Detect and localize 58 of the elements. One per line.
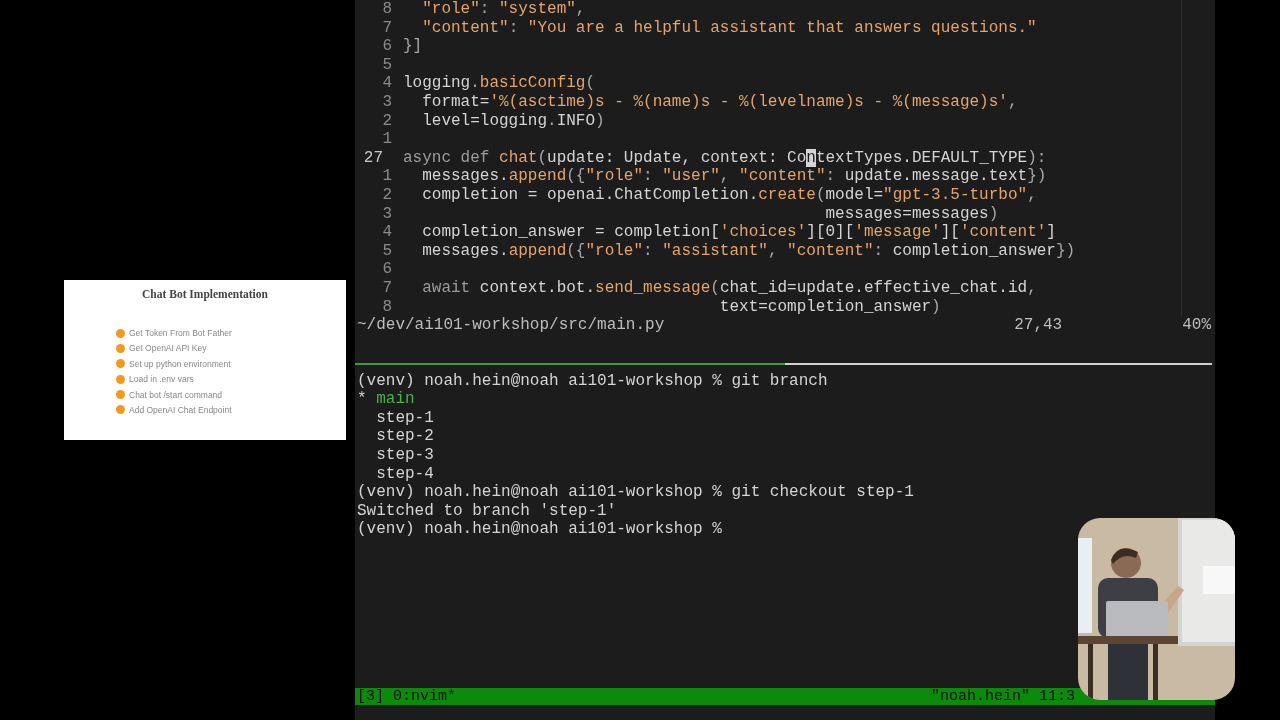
- code-line: completion = openai.ChatCompletion.create(model="gpt-3.5-turbo",: [421, 185, 1037, 205]
- line-number: 2: [381, 111, 393, 131]
- tmux-host: "noah.hein" 11:3: [930, 688, 1075, 705]
- line-number: 4: [381, 223, 393, 242]
- bullet-icon: [116, 343, 125, 353]
- bullet-icon: [116, 405, 125, 415]
- line-number: 1: [381, 130, 393, 149]
- bullet-icon: [116, 359, 125, 369]
- terminal-line: (venv) noah.hein@noah ai101-workshop %: [357, 520, 722, 539]
- line-number: 7: [381, 278, 393, 298]
- slide-item: Get OpenAI API Key: [129, 343, 207, 354]
- slide-item: Load in .env vars: [129, 374, 194, 385]
- line-number: 1: [381, 167, 393, 186]
- slide-item: Add OpenAI Chat Endpoint: [129, 404, 232, 415]
- line-number: 6: [381, 37, 393, 56]
- tmux-window: [3] 0:nvim*: [357, 688, 457, 705]
- slide-item: Get Token From Bot Father: [129, 328, 232, 338]
- line-number: 5: [381, 241, 393, 261]
- line-number: 8: [381, 0, 393, 19]
- code-line: "content": "You are a helpful assistant that answers questions.": [421, 18, 1037, 38]
- line-number: 3: [381, 92, 393, 112]
- slide-item: Chat bot /start command: [129, 389, 223, 400]
- line-number: 27: [362, 148, 384, 168]
- bullet-icon: [116, 390, 125, 400]
- terminal-line: * main: [357, 390, 415, 409]
- code-line: async def chat(update: Update, context: ContextTypes.DEFAULT_TYPE):: [403, 148, 1047, 168]
- terminal-line: Switched to branch 'step-1': [357, 501, 617, 521]
- bullet-icon: [116, 328, 125, 338]
- code-line: text=completion_answer): [718, 297, 941, 317]
- code-line: "role": "system",: [421, 0, 586, 19]
- code-line: messages.append({"role": "assistant", "content": completion_answer}): [421, 241, 1076, 261]
- line-number: 3: [381, 204, 393, 224]
- terminal-line: (venv) noah.hein@noah ai101-workshop % git branch: [357, 371, 828, 391]
- line-number: 8: [381, 297, 393, 317]
- terminal-line: step-3: [375, 445, 434, 465]
- code-line: messages=messages): [824, 204, 999, 224]
- code-line: messages.append({"role": "user", "content": update.message.text}): [421, 167, 1047, 186]
- code-line: level=logging.INFO): [421, 111, 605, 131]
- line-number: 6: [381, 260, 393, 279]
- scroll-percent: 40%: [1182, 316, 1211, 335]
- code-line: completion_answer = completion['choices'][0]['message']['content']: [421, 223, 1056, 242]
- line-number: 7: [381, 18, 393, 38]
- terminal-line: step-2: [375, 427, 434, 446]
- code-line: format='%(asctime)s - %(name)s - %(levelname)s - %(message)s',: [421, 92, 1018, 112]
- terminal-line: step-1: [375, 408, 434, 428]
- terminal-line: step-4: [375, 464, 434, 484]
- line-number: 5: [381, 55, 393, 75]
- code-line: }]: [403, 37, 423, 56]
- cursor-position: 27,43: [1014, 316, 1063, 335]
- slide-item: Set up python environment: [129, 358, 231, 369]
- line-number: 4: [381, 74, 393, 93]
- line-number: 2: [381, 185, 393, 205]
- slide-title: Chat Bot Implementation: [142, 288, 268, 300]
- code-line: await context.bot.send_message(chat_id=update.effective_chat.id,: [421, 278, 1037, 298]
- code-line: logging.basicConfig(: [403, 74, 596, 93]
- terminal-line: (venv) noah.hein@noah ai101-workshop % git checkout step-1: [357, 483, 914, 502]
- file-path: ~/dev/ai101-workshop/src/main.py: [357, 316, 665, 335]
- bullet-icon: [116, 374, 125, 384]
